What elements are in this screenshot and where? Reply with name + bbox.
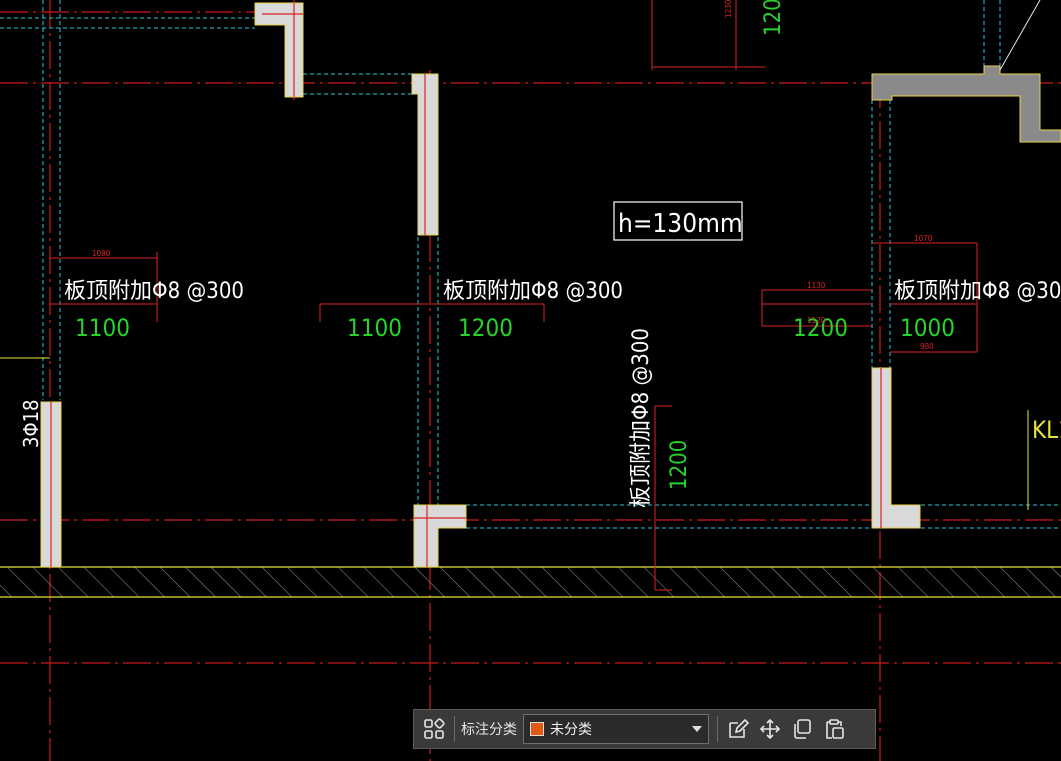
- length-label-mid-left[interactable]: 1100: [347, 314, 402, 342]
- category-color-swatch: [530, 722, 544, 736]
- edit-icon[interactable]: [722, 713, 754, 745]
- copy-icon[interactable]: [786, 713, 818, 745]
- four-grid-icon[interactable]: [418, 713, 450, 745]
- length-label-top[interactable]: 120: [761, 0, 786, 36]
- length-label-vertical[interactable]: 1200: [667, 440, 692, 490]
- beam-label-kl[interactable]: KL1: [1032, 416, 1061, 444]
- dim-text-1130: 1130: [807, 281, 826, 290]
- toolbar-divider: [454, 716, 455, 742]
- chevron-down-icon: [692, 726, 702, 732]
- category-select[interactable]: 未分类: [523, 714, 709, 744]
- dim-text-980: 980: [920, 342, 934, 351]
- slab-thickness-label: h=130mm: [618, 209, 743, 239]
- ground-hatch-band: [0, 566, 1061, 598]
- slab-thickness-tag[interactable]: h=130mm: [613, 201, 743, 241]
- beam-rebar-label[interactable]: 3Φ18: [19, 400, 43, 449]
- rebar-note-middle[interactable]: 板顶附加Φ8 @300: [443, 279, 623, 304]
- paste-icon[interactable]: [818, 713, 850, 745]
- toolbar-divider: [717, 716, 718, 742]
- rebar-note-right[interactable]: 板顶附加Φ8 @300: [894, 279, 1061, 304]
- axis-lines: [0, 0, 1061, 761]
- dim-text-1070: 1070: [914, 234, 933, 243]
- dim-text-1230: 1230: [724, 0, 733, 18]
- rebar-note-left[interactable]: 板顶附加Φ8 @300: [64, 279, 244, 304]
- leader-line: [999, 0, 1041, 71]
- length-label-mid-right[interactable]: 1200: [458, 314, 513, 342]
- cad-drawing-canvas[interactable]: h=130mm 板顶附加Φ8 @300 板顶附加Φ8 @300 板顶附加Φ8 @…: [0, 0, 1061, 761]
- move-icon[interactable]: [754, 713, 786, 745]
- rebar-note-vertical[interactable]: 板顶附加Φ8 @300: [629, 328, 654, 508]
- dim-text-1080: 1080: [92, 249, 111, 258]
- annotation-toolbar: 标注分类 未分类: [413, 709, 876, 749]
- category-label: 标注分类: [461, 722, 517, 738]
- dim-text-1120: 1120: [807, 316, 826, 325]
- length-label-right-right[interactable]: 1000: [900, 314, 955, 342]
- category-select-value: 未分类: [550, 722, 592, 738]
- length-label-left[interactable]: 1100: [75, 314, 130, 342]
